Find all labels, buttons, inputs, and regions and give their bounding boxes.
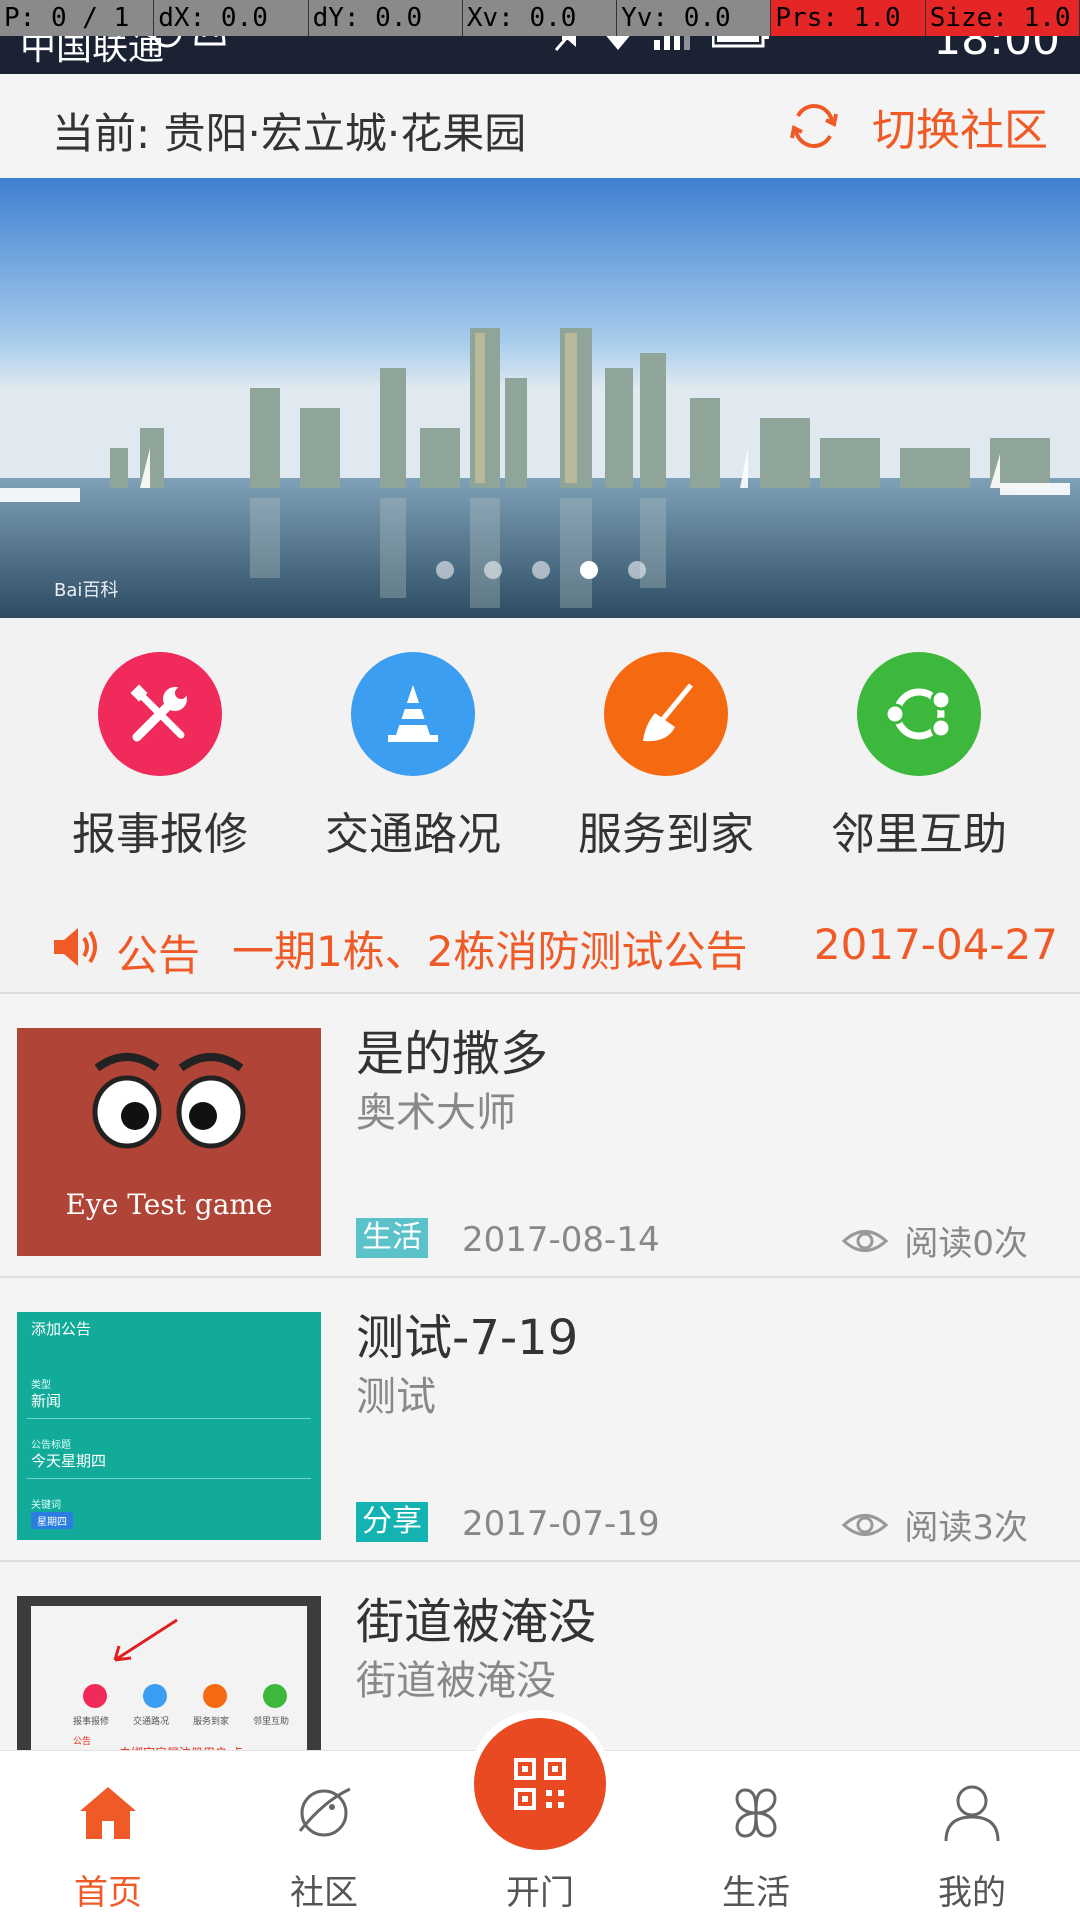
- thumb-divider: [27, 1418, 311, 1419]
- nav-label: 首页: [74, 1873, 142, 1913]
- category-badge: 生活: [356, 1218, 428, 1258]
- debug-dx: dX: 0.0: [154, 0, 309, 36]
- notice-bar[interactable]: 公告 一期1栋、2栋消防测试公告 2017-04-27: [0, 902, 1080, 994]
- thumb-field-label: 类型: [31, 1380, 51, 1391]
- article-item[interactable]: Eye Test game 是的撒多 奥术大师 生活 2017-08-14 阅读…: [0, 994, 1080, 1278]
- menu-label: 服务到家: [578, 809, 754, 860]
- open-door-button[interactable]: [474, 1718, 606, 1850]
- debug-dy: dY: 0.0: [309, 0, 463, 36]
- thumb-chip: 星期四: [31, 1512, 73, 1529]
- current-community: 当前: 贵阳·宏立城·花果园: [52, 109, 527, 158]
- user-icon: [944, 1785, 1000, 1842]
- menu-neighbor-help[interactable]: 邻里互助: [819, 652, 1019, 862]
- clover-icon: [735, 1788, 777, 1838]
- carousel-dot[interactable]: [628, 561, 646, 579]
- city-skyline-image: [0, 178, 1080, 618]
- notice-text[interactable]: 一期1栋、2栋消防测试公告: [232, 918, 747, 979]
- thumb-heading: 添加公告: [31, 1320, 92, 1338]
- nav-home[interactable]: 首页: [0, 1751, 216, 1921]
- carousel-indicator: [0, 561, 1080, 581]
- broom-icon: [203, 1684, 227, 1708]
- planet-icon: [298, 1787, 351, 1837]
- nav-label: 开门: [506, 1873, 574, 1913]
- menu-home-service[interactable]: 服务到家: [566, 652, 766, 862]
- read-count: 阅读3次: [842, 1500, 1028, 1549]
- community-header: 当前: 贵阳·宏立城·花果园 切换社区: [0, 74, 1080, 180]
- article-subtitle: 测试: [356, 1374, 436, 1420]
- carousel-dot[interactable]: [532, 561, 550, 579]
- switch-community-button[interactable]: 切换社区: [788, 96, 1048, 156]
- thumb-label: 交通路况: [133, 1717, 170, 1727]
- wrench-screwdriver-icon: [83, 1684, 107, 1708]
- qr-code-icon: [514, 1758, 566, 1810]
- thumb-field-label: 关键词: [31, 1500, 61, 1511]
- article-thumbnail: Eye Test game: [17, 1028, 321, 1256]
- menu-label: 邻里互助: [831, 809, 1007, 860]
- eye-icon: [842, 1513, 889, 1536]
- carousel-dot[interactable]: [436, 561, 454, 579]
- nav-mine[interactable]: 我的: [864, 1751, 1080, 1921]
- ubuntu-logo-icon: [263, 1684, 287, 1708]
- menu-label: 报事报修: [72, 809, 248, 860]
- thumb-label: 服务到家: [193, 1717, 230, 1727]
- menu-traffic[interactable]: 交通路况: [313, 652, 513, 862]
- debug-size: Size: 1.0: [925, 0, 1080, 36]
- article-thumbnail: 添加公告 类型 新闻 公告标题 今天星期四 关键词 星期四: [17, 1312, 321, 1540]
- thumb-field-value: 今天星期四: [31, 1452, 107, 1470]
- article-date: 2017-07-19: [462, 1504, 660, 1544]
- nav-label: 我的: [938, 1873, 1006, 1913]
- arrow-annotation: [113, 1618, 178, 1662]
- thumb-divider: [27, 1478, 311, 1479]
- menu-report-repair[interactable]: 报事报修: [60, 652, 260, 862]
- eyes-image: [92, 1053, 246, 1149]
- read-count: 阅读0次: [842, 1216, 1028, 1265]
- ubuntu-logo-icon: [857, 652, 981, 776]
- debug-xv: Xv: 0.0: [463, 0, 618, 36]
- carousel-dot-active[interactable]: [580, 561, 598, 579]
- nav-label: 生活: [722, 1873, 790, 1913]
- debug-overlay: P: 0 / 1 dX: 0.0 dY: 0.0 Xv: 0.0 Yv: 0.0…: [0, 0, 1080, 36]
- carousel-dot[interactable]: [484, 561, 502, 579]
- nav-community[interactable]: 社区: [216, 1751, 432, 1921]
- nav-label: 社区: [290, 1873, 358, 1913]
- debug-pointer: P: 0 / 1: [0, 0, 155, 36]
- article-date: 2017-08-14: [462, 1220, 660, 1260]
- switch-community-label: 切换社区: [872, 105, 1048, 156]
- article-subtitle: 街道被淹没: [356, 1658, 556, 1704]
- article-item[interactable]: 添加公告 类型 新闻 公告标题 今天星期四 关键词 星期四 测试-7-19 测试…: [0, 1278, 1080, 1562]
- notice-tag: 公告: [116, 931, 201, 980]
- traffic-cone-icon: [351, 652, 475, 776]
- article-title: 测试-7-19: [356, 1310, 579, 1366]
- thumb-notice-tag: 公告: [73, 1737, 92, 1747]
- traffic-cone-icon: [143, 1684, 167, 1708]
- article-subtitle: 奥术大师: [356, 1090, 516, 1136]
- broom-icon: [604, 652, 728, 776]
- read-count-text: 阅读0次: [904, 1224, 1028, 1264]
- menu-label: 交通路况: [325, 809, 501, 860]
- read-count-text: 阅读3次: [904, 1508, 1028, 1548]
- thumb-label: 邻里互助: [253, 1717, 290, 1727]
- notice-date: 2017-04-27: [813, 920, 1058, 969]
- thumbnail-caption: Eye Test game: [65, 1188, 273, 1221]
- home-icon: [80, 1787, 136, 1839]
- article-title: 是的撒多: [356, 1026, 549, 1082]
- thumb-label: 报事报修: [73, 1717, 110, 1727]
- eye-icon: [842, 1229, 889, 1252]
- article-title: 街道被淹没: [356, 1594, 597, 1650]
- thumb-field-label: 公告标题: [31, 1440, 71, 1451]
- debug-yv: Yv: 0.0: [617, 0, 772, 36]
- thumb-field-value: 新闻: [31, 1392, 62, 1410]
- refresh-icon: [790, 104, 838, 148]
- speaker-icon: [54, 928, 97, 966]
- debug-pressure: Prs: 1.0: [771, 0, 926, 36]
- banner-carousel[interactable]: Bai百科: [0, 178, 1080, 618]
- nav-life[interactable]: 生活: [648, 1751, 864, 1921]
- wrench-screwdriver-icon: [98, 652, 222, 776]
- category-badge: 分享: [356, 1502, 428, 1542]
